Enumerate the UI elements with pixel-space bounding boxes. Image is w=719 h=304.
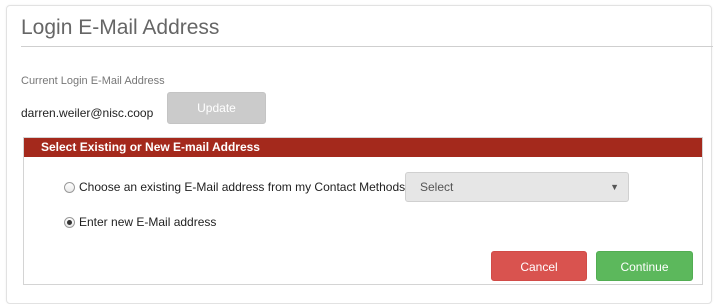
contact-method-select[interactable]: Select ▼	[405, 172, 629, 202]
continue-button[interactable]: Continue	[596, 251, 693, 281]
caret-down-icon: ▼	[610, 182, 619, 192]
select-value: Select	[420, 180, 454, 194]
current-email-label: Current Login E-Mail Address	[21, 75, 165, 87]
section-header: Select Existing or New E-mail Address	[24, 138, 702, 157]
login-email-panel: Login E-Mail Address Current Login E-Mai…	[6, 5, 713, 304]
existing-email-radio[interactable]	[64, 182, 75, 193]
current-email-value: darren.weiler@nisc.coop	[21, 106, 154, 120]
new-email-label: Enter new E-Mail address	[79, 215, 217, 229]
title-divider	[21, 46, 713, 47]
update-button[interactable]: Update	[167, 92, 266, 124]
existing-email-label: Choose an existing E-Mail address from m…	[79, 180, 406, 194]
new-email-radio[interactable]	[64, 217, 75, 228]
cancel-button[interactable]: Cancel	[491, 251, 587, 281]
page-title: Login E-Mail Address	[21, 16, 220, 39]
email-selection-section: Select Existing or New E-mail Address Ch…	[23, 137, 703, 285]
